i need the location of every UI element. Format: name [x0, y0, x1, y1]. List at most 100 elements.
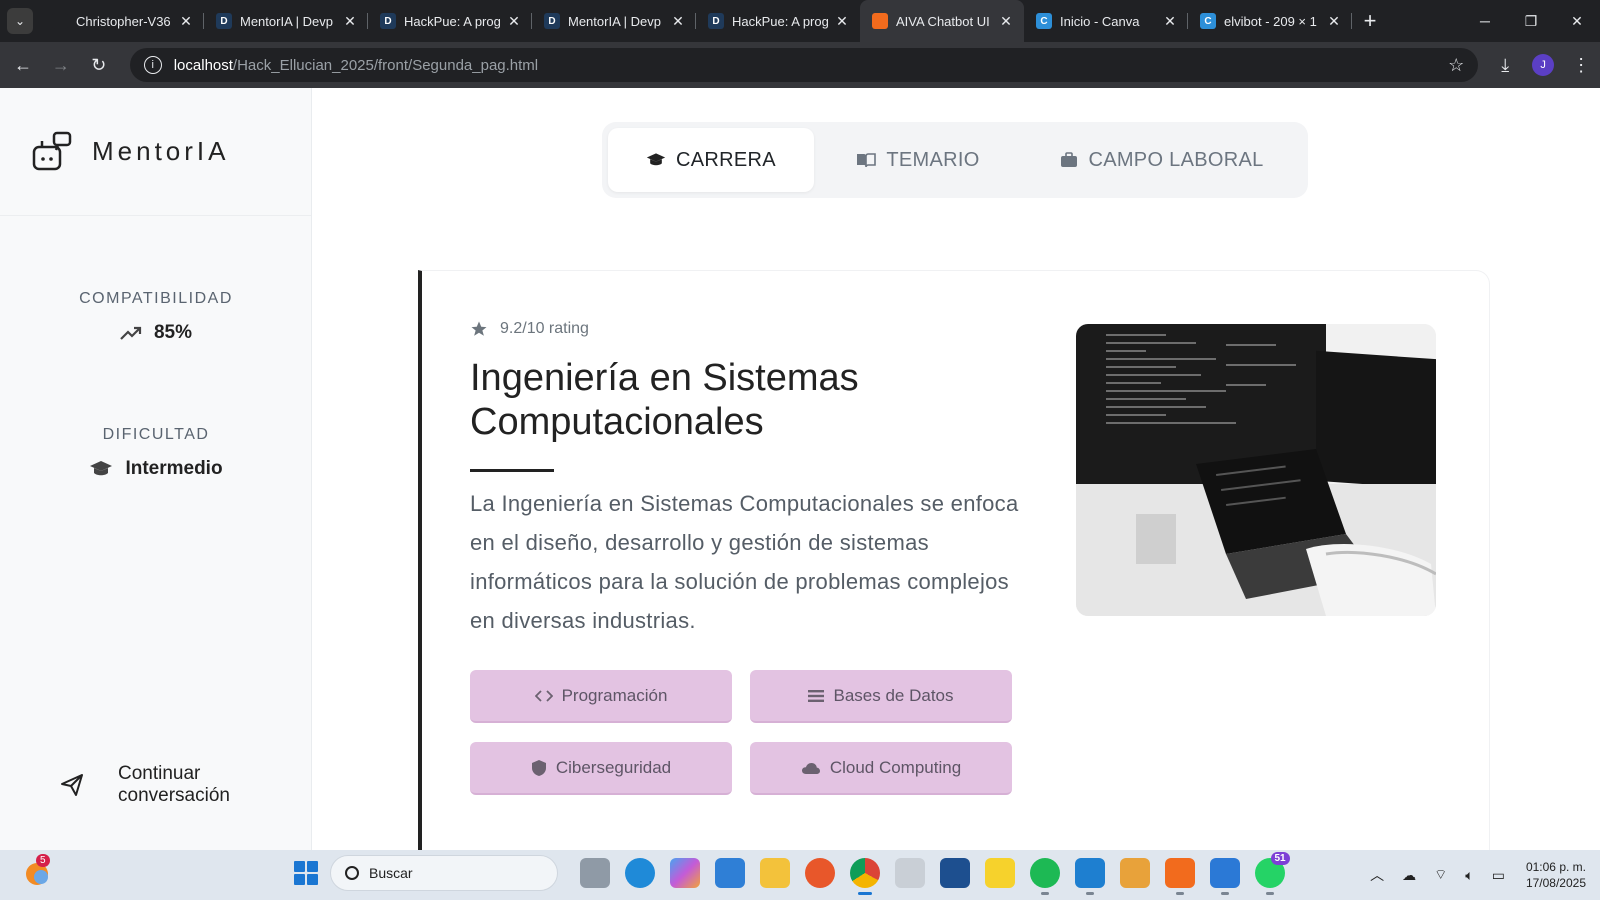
browser-tab[interactable]: D HackPue: A prog ✕: [368, 0, 532, 42]
browser-tab[interactable]: D MentorIA | Devp ✕: [204, 0, 368, 42]
close-tab-icon[interactable]: ✕: [342, 13, 358, 30]
file-explorer-icon[interactable]: [759, 858, 790, 888]
star-icon: [471, 321, 487, 336]
notification-badge: 5: [36, 854, 50, 867]
compatibility-stat: COMPATIBILIDAD 85%: [0, 290, 312, 344]
search-icon: [345, 866, 359, 880]
git-icon[interactable]: [1119, 858, 1150, 888]
sticky-notes-icon[interactable]: [984, 858, 1015, 888]
browser-tab[interactable]: D HackPue: A prog ✕: [696, 0, 860, 42]
rating-text: 9.2/10 rating: [500, 320, 589, 337]
close-tab-icon[interactable]: ✕: [1326, 13, 1342, 30]
close-tab-icon[interactable]: ✕: [834, 13, 850, 30]
browser-tab-strip: ⌄ Christopher-V36 ✕ D MentorIA | Devp ✕ D Hack…: [0, 0, 1600, 42]
shield-icon: [531, 759, 546, 776]
minimize-button[interactable]: ─: [1462, 13, 1508, 30]
list-icon: [808, 689, 825, 702]
browser-tab-title: Inicio - Canva: [1060, 13, 1140, 29]
whatsapp-badge: 51: [1270, 852, 1290, 865]
career-hero-image: [1076, 324, 1436, 616]
new-tab-button[interactable]: +: [1352, 8, 1388, 34]
browser-tab[interactable]: C Inicio - Canva ✕: [1024, 0, 1188, 42]
volume-icon[interactable]: 🔈︎: [1465, 867, 1473, 884]
continue-conversation-button[interactable]: Continuar conversación: [60, 763, 258, 807]
copilot-icon[interactable]: [669, 858, 700, 888]
tab-search-button[interactable]: ⌄: [0, 0, 40, 42]
browser-tab-title: MentorIA | Devp: [568, 13, 661, 29]
forward-button[interactable]: →: [42, 55, 80, 76]
browser-tab-title: Christopher-V36: [76, 13, 171, 29]
topic-chip-cloud-computing[interactable]: Cloud Computing: [750, 742, 1012, 795]
close-tab-icon[interactable]: ✕: [178, 13, 194, 30]
bookmark-star-icon[interactable]: ☆: [1448, 55, 1464, 76]
close-window-button[interactable]: ✕: [1554, 13, 1600, 30]
notepad-icon[interactable]: [1209, 858, 1240, 895]
url-bar[interactable]: i localhost/Hack_Ellucian_2025/front/Seg…: [129, 48, 1479, 82]
firefox-icon[interactable]: [804, 858, 835, 888]
clock[interactable]: 01:06 p. m. 17/08/2025: [1526, 859, 1586, 891]
chrome-icon[interactable]: [849, 858, 880, 895]
task-view-icon[interactable]: [579, 858, 610, 888]
devpost-icon: D: [708, 13, 724, 29]
difficulty-text: Intermedio: [125, 458, 223, 479]
store-icon[interactable]: [714, 858, 745, 888]
cloud-icon: [801, 762, 820, 774]
widgets-button[interactable]: 5: [22, 854, 54, 890]
site-info-icon[interactable]: i: [143, 56, 162, 74]
browser-tab-title: AIVA Chatbot UI: [896, 13, 990, 29]
compatibility-label: COMPATIBILIDAD: [79, 290, 233, 307]
window-controls: ─ ❐ ✕: [1462, 13, 1600, 30]
topic-chip-programacion[interactable]: Programación: [470, 670, 732, 723]
section-tabs: CARRERA TEMARIO CAMPO LABORAL: [602, 122, 1308, 198]
taskbar-search[interactable]: Buscar: [330, 855, 558, 891]
wifi-icon[interactable]: ⌔: [1434, 866, 1447, 884]
compatibility-value: 85%: [0, 322, 312, 344]
close-tab-icon[interactable]: ✕: [1162, 13, 1178, 30]
onedrive-cloud-icon[interactable]: ☁: [1402, 867, 1416, 884]
brand-name: MentorIA: [92, 136, 230, 166]
reload-button[interactable]: ↻: [80, 55, 118, 76]
topic-chip-ciberseguridad[interactable]: Ciberseguridad: [470, 742, 732, 795]
battery-icon[interactable]: ▭: [1492, 867, 1505, 884]
browser-tab-title: HackPue: A prog: [404, 13, 501, 29]
browser-tab[interactable]: AIVA Chatbot UI ✕: [860, 0, 1024, 42]
defender-icon[interactable]: [939, 858, 970, 888]
chevron-up-icon[interactable]: ︿: [1370, 865, 1384, 885]
tab-list: Christopher-V36 ✕ D MentorIA | Devp ✕ D HackPu…: [40, 0, 1352, 42]
start-button[interactable]: [290, 857, 322, 889]
app-icon[interactable]: [894, 858, 925, 888]
taskbar-apps: Buscar 51: [290, 852, 1292, 895]
download-icon[interactable]: ⤓: [1486, 55, 1524, 76]
spotify-icon[interactable]: [1029, 858, 1060, 895]
tab-temario-label: TEMARIO: [886, 148, 980, 171]
browser-tab[interactable]: D MentorIA | Devp ✕: [532, 0, 696, 42]
tab-temario[interactable]: TEMARIO: [814, 128, 1022, 192]
back-button[interactable]: ←: [4, 55, 42, 76]
devpost-icon: D: [544, 13, 560, 29]
browser-tab[interactable]: Christopher-V36 ✕: [40, 0, 204, 42]
profile-avatar[interactable]: J: [1532, 54, 1555, 76]
xampp-icon: [872, 13, 888, 29]
system-tray: ︿ ☁ ⌔ 🔈︎ ▭ 01:06 p. m. 17/08/2025: [1361, 850, 1586, 900]
url-path: /Hack_Ellucian_2025/front/Segunda_pag.ht…: [232, 56, 539, 74]
chip-label: Ciberseguridad: [555, 757, 672, 777]
tab-campo-laboral[interactable]: CAMPO LABORAL: [1022, 128, 1302, 192]
brand[interactable]: MentorIA: [0, 88, 311, 216]
title-underline: [470, 469, 554, 472]
browser-tab[interactable]: Celvibot - 209 × 1 ✕: [1188, 0, 1352, 42]
close-tab-icon[interactable]: ✕: [670, 13, 686, 30]
close-tab-icon[interactable]: ✕: [998, 13, 1014, 30]
menu-kebab-icon[interactable]: ⋮: [1562, 55, 1600, 76]
graduation-cap-icon: [646, 153, 666, 166]
close-tab-icon[interactable]: ✕: [506, 13, 522, 30]
xampp-icon[interactable]: [1164, 858, 1195, 895]
chip-label: Programación: [561, 685, 668, 705]
restore-button[interactable]: ❐: [1508, 13, 1554, 30]
topic-chip-bases-de-datos[interactable]: Bases de Datos: [750, 670, 1012, 723]
tab-carrera[interactable]: CARRERA: [608, 128, 814, 192]
vscode-icon[interactable]: [1074, 858, 1105, 895]
tab-carrera-label: CARRERA: [676, 148, 776, 171]
edge-icon[interactable]: [624, 858, 655, 888]
continue-conversation-label: Continuar conversación: [118, 763, 230, 806]
whatsapp-icon[interactable]: 51: [1254, 852, 1290, 895]
